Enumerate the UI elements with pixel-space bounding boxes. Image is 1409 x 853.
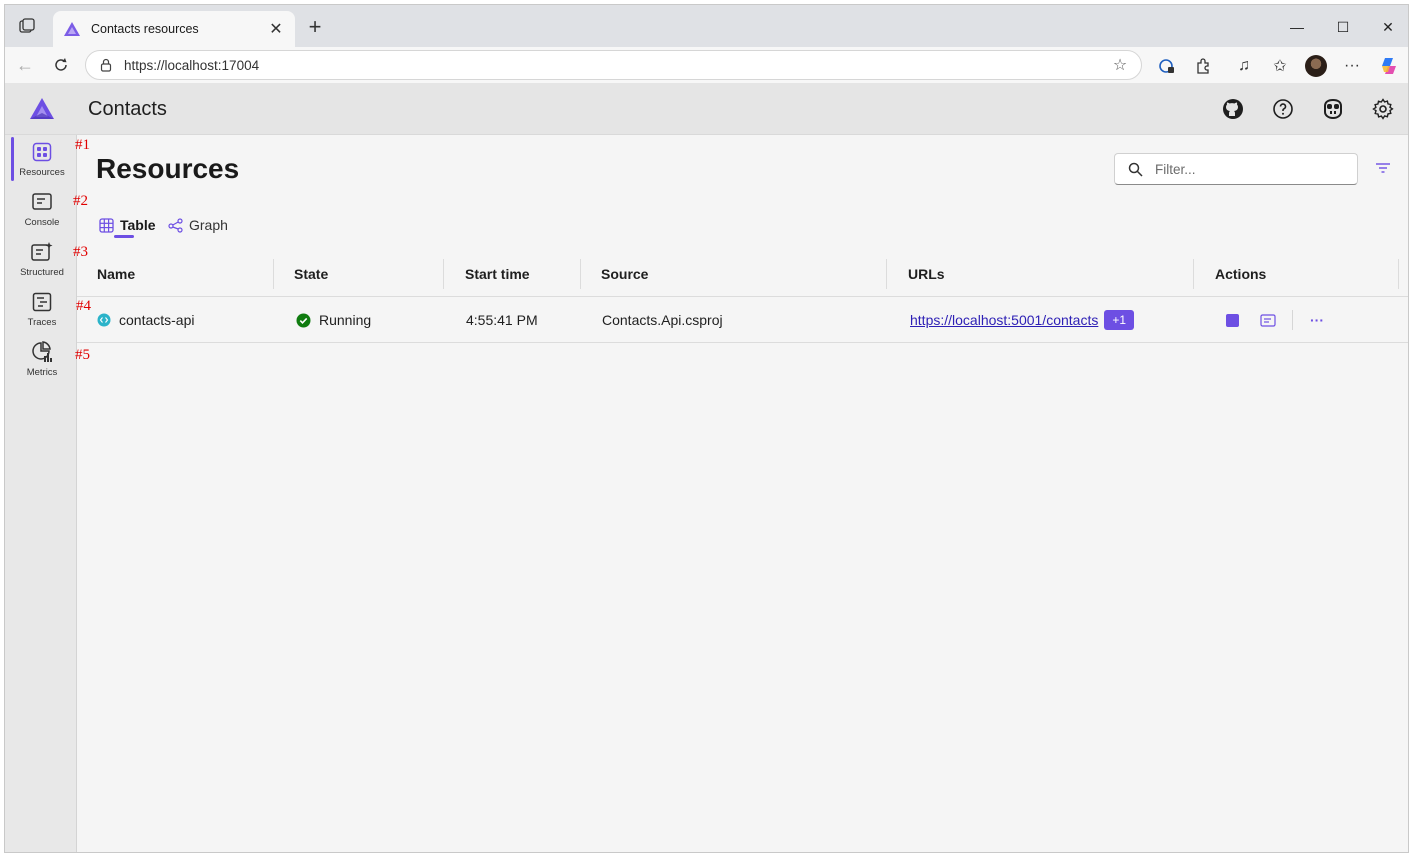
aspire-logo-icon[interactable] — [29, 97, 55, 121]
app-header: Contacts — [5, 83, 1408, 135]
column-header-urls[interactable]: URLs — [908, 251, 945, 297]
back-icon[interactable]: ← — [13, 53, 37, 77]
annotation-marker: #5 — [75, 347, 90, 363]
resource-name-cell: contacts-api — [97, 297, 194, 343]
sidebar-item-label: Console — [24, 217, 60, 228]
sidebar-item-metrics[interactable]: Metrics — [9, 335, 75, 381]
new-tab-button[interactable]: + — [303, 14, 327, 39]
sidebar-item-label: Traces — [27, 317, 57, 328]
start-time-cell: 4:55:41 PM — [466, 312, 538, 328]
resources-table: Name State Start time Source URLs Action… — [77, 251, 1408, 343]
lock-icon[interactable] — [98, 57, 114, 73]
help-icon[interactable] — [1271, 97, 1295, 121]
column-divider[interactable] — [886, 259, 887, 289]
sidebar-item-structured[interactable]: Structured — [9, 235, 75, 281]
close-window-button[interactable]: ✕ — [1365, 13, 1408, 41]
sidebar-item-label: Metrics — [26, 367, 58, 378]
aspire-favicon-icon — [63, 20, 81, 38]
tab-label: Graph — [189, 217, 228, 233]
sidebar-item-traces[interactable]: Traces — [9, 285, 75, 331]
browser-tab[interactable]: Contacts resources ✕ — [53, 11, 295, 47]
graph-icon — [167, 217, 183, 233]
copilot-icon[interactable] — [1378, 55, 1400, 77]
page-title: Resources — [96, 153, 240, 184]
running-status-icon — [296, 313, 311, 328]
resource-name: contacts-api — [119, 312, 195, 328]
column-header-name[interactable]: Name — [97, 251, 135, 297]
state-cell: Running — [296, 297, 371, 343]
favorite-star-icon[interactable]: ☆ — [1111, 56, 1129, 74]
table-header-row: Name State Start time Source URLs Action… — [77, 251, 1408, 297]
workspaces-icon[interactable] — [17, 16, 37, 36]
close-tab-icon[interactable]: ✕ — [267, 20, 285, 38]
browser-window: Contacts resources ✕ + — ☐ ✕ ← https://l… — [4, 4, 1409, 853]
more-actions-button[interactable]: ··· — [1306, 310, 1328, 330]
source-cell: Contacts.Api.csproj — [602, 312, 723, 328]
settings-icon[interactable] — [1371, 97, 1395, 121]
favorites-icon[interactable]: ✩ — [1269, 55, 1291, 77]
table-row[interactable]: contacts-api Running 4:55:41 PM Contacts… — [77, 297, 1408, 343]
app-title: Contacts — [88, 98, 167, 120]
action-divider — [1292, 310, 1293, 330]
search-icon — [1127, 161, 1143, 177]
stop-resource-button[interactable] — [1221, 310, 1243, 330]
tab-title: Contacts resources — [91, 22, 199, 36]
filter-box[interactable] — [1114, 153, 1358, 185]
sidebar-nav: Resources Console Structured Traces Metr… — [5, 135, 77, 852]
url-text[interactable]: https://localhost:17004 — [124, 58, 1111, 73]
more-icon[interactable]: ··· — [1341, 55, 1363, 77]
state-text: Running — [319, 312, 372, 328]
urls-cell: https://localhost:5001/contacts +1 — [910, 297, 1135, 343]
copilot-icon[interactable] — [1321, 97, 1345, 121]
resources-icon — [31, 141, 53, 163]
github-icon[interactable] — [1221, 97, 1245, 121]
more-urls-badge[interactable]: +1 — [1104, 310, 1135, 330]
profile-avatar[interactable] — [1305, 55, 1327, 77]
column-divider[interactable] — [580, 259, 581, 289]
extensions-icon[interactable] — [1192, 55, 1214, 77]
maximize-button[interactable]: ☐ — [1320, 13, 1366, 41]
tab-table[interactable]: Table — [98, 213, 156, 238]
sidebar-item-resources[interactable]: Resources — [9, 135, 75, 181]
console-logs-button[interactable] — [1257, 310, 1279, 330]
column-divider[interactable] — [1193, 259, 1194, 289]
column-header-start-time[interactable]: Start time — [465, 251, 530, 297]
tab-graph[interactable]: Graph — [167, 213, 228, 237]
traces-icon — [31, 291, 53, 313]
column-divider[interactable] — [273, 259, 274, 289]
metrics-icon — [31, 341, 53, 363]
column-divider[interactable] — [443, 259, 444, 289]
endpoint-link[interactable]: https://localhost:5001/contacts — [910, 312, 1098, 328]
table-icon — [98, 217, 114, 233]
dashboard-app: Contacts Resources Console Structured Tr… — [5, 83, 1408, 852]
structured-logs-icon — [31, 241, 53, 263]
console-icon — [31, 191, 53, 213]
stop-icon — [1225, 313, 1239, 327]
password-manager-icon[interactable] — [1156, 55, 1178, 77]
browser-toolbar: ← https://localhost:17004 ☆ ♫ ✩ ··· — [5, 47, 1408, 83]
column-header-actions: Actions — [1215, 266, 1267, 282]
sidebar-item-console[interactable]: Console — [9, 185, 75, 231]
project-icon — [97, 313, 111, 327]
minimize-button[interactable]: — — [1274, 13, 1320, 41]
column-header-source[interactable]: Source — [601, 251, 648, 297]
refresh-icon[interactable] — [49, 53, 73, 77]
address-bar[interactable]: https://localhost:17004 ☆ — [85, 50, 1142, 80]
filter-options-icon[interactable] — [1375, 161, 1393, 177]
sidebar-item-label: Structured — [20, 267, 64, 278]
media-icon[interactable]: ♫ — [1233, 55, 1255, 77]
tab-strip: Contacts resources ✕ + — ☐ ✕ — [5, 5, 1408, 47]
active-tab-indicator — [114, 235, 134, 238]
annotation-marker: #2 — [73, 193, 88, 209]
annotation-marker: #1 — [75, 137, 90, 153]
sidebar-item-label: Resources — [19, 167, 65, 178]
tab-label: Table — [120, 217, 156, 233]
column-header-state[interactable]: State — [294, 251, 328, 297]
column-divider[interactable] — [1398, 259, 1399, 289]
filter-input[interactable] — [1155, 161, 1335, 177]
console-logs-icon — [1260, 313, 1276, 327]
